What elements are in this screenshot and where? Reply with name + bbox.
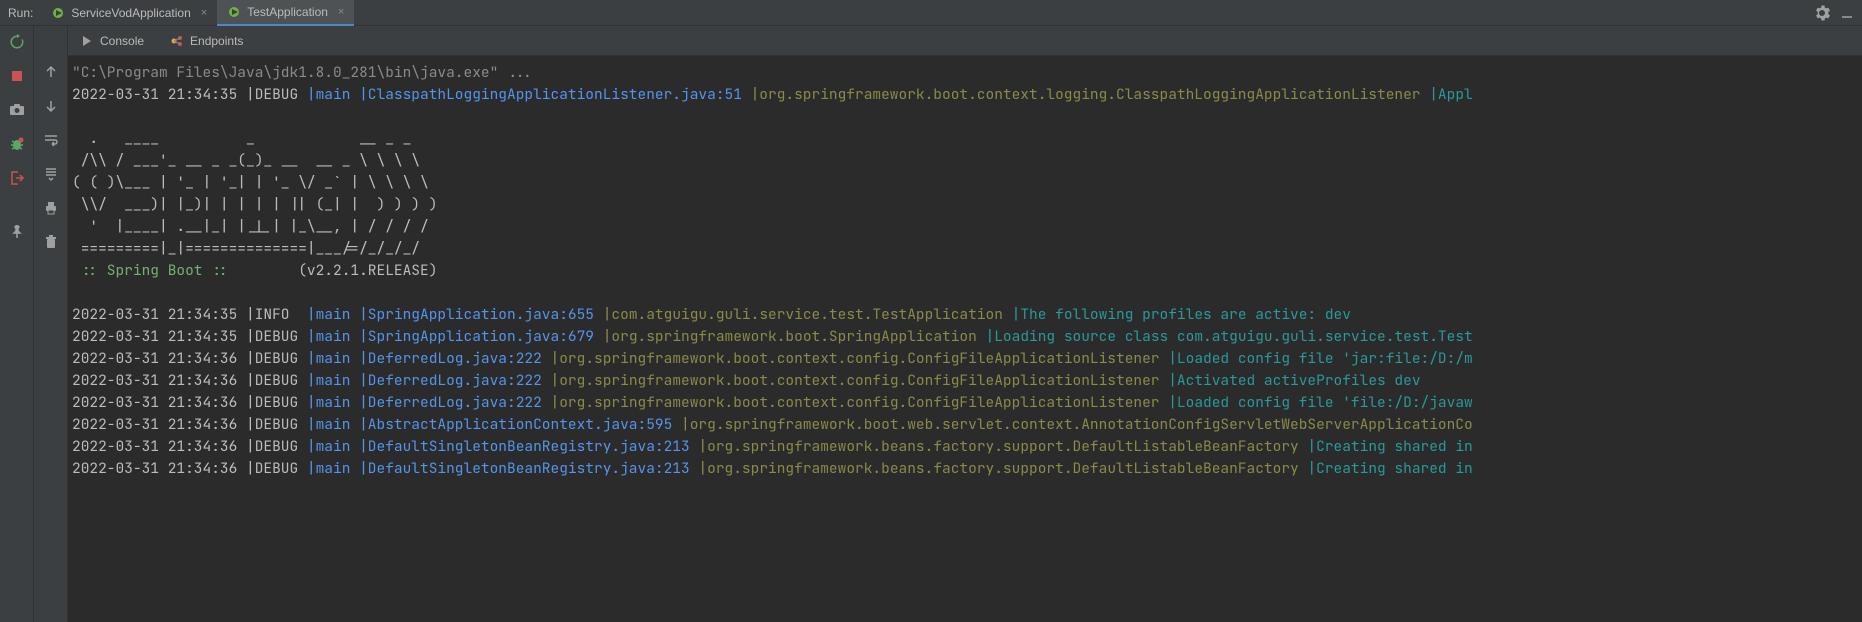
bug-icon[interactable] (7, 134, 27, 154)
gear-icon[interactable] (1814, 5, 1830, 21)
console-toolbar (34, 26, 68, 622)
log-line: 2022-03-31 21:34:36 |DEBUG |main |Defaul… (72, 437, 1473, 456)
log-line: 2022-03-31 21:34:35 |INFO |main |SpringA… (72, 305, 1351, 324)
tab-endpoints[interactable]: Endpoints (166, 30, 247, 52)
log-line: 2022-03-31 21:34:36 |DEBUG |main |Deferr… (72, 393, 1473, 412)
spring-banner: . ____ _ __ _ _ /\\ / ___'_ __ _ _(_)_ _… (72, 129, 437, 258)
log-line: 2022-03-31 21:34:36 |DEBUG |main |Deferr… (72, 349, 1473, 368)
spring-run-icon (51, 6, 65, 20)
spring-run-icon (227, 5, 241, 19)
up-arrow-icon[interactable] (41, 62, 61, 82)
close-icon[interactable]: × (338, 6, 344, 18)
run-tab-label: TestApplication (247, 5, 328, 19)
console-icon (80, 34, 94, 48)
print-icon[interactable] (41, 198, 61, 218)
scroll-to-end-icon[interactable] (41, 164, 61, 184)
console-output[interactable]: "C:\Program Files\Java\jdk1.8.0_281\bin\… (68, 56, 1862, 622)
camera-icon[interactable] (7, 100, 27, 120)
stop-button[interactable] (7, 66, 27, 86)
trash-icon[interactable] (41, 232, 61, 252)
log-line: 2022-03-31 21:34:35 |DEBUG |main |Spring… (72, 327, 1473, 346)
run-label: Run: (8, 6, 33, 20)
run-top-bar: Run: ServiceVodApplication × TestApplica… (0, 0, 1862, 26)
cmd-line: "C:\Program Files\Java\jdk1.8.0_281\bin\… (72, 63, 533, 82)
main-area: Console Endpoints "C:\Program Files\Java… (0, 26, 1862, 622)
tab-label: Endpoints (190, 34, 243, 48)
tab-label: Console (100, 34, 144, 48)
sub-tabs: Console Endpoints (68, 26, 1862, 56)
rerun-button[interactable] (7, 32, 27, 52)
endpoints-icon (170, 34, 184, 48)
log-line: 2022-03-31 21:34:35 |DEBUG |main |Classp… (72, 85, 1473, 104)
spring-boot-line: :: Spring Boot :: (v2.2.1.RELEASE) (72, 261, 437, 280)
content-pane: Console Endpoints "C:\Program Files\Java… (68, 26, 1862, 622)
log-line: 2022-03-31 21:34:36 |DEBUG |main |Abstra… (72, 415, 1473, 434)
soft-wrap-icon[interactable] (41, 130, 61, 150)
log-line: 2022-03-31 21:34:36 |DEBUG |main |Deferr… (72, 371, 1421, 390)
run-tab-testapplication[interactable]: TestApplication × (217, 0, 354, 26)
left-toolbar (0, 26, 34, 622)
run-tab-servicevod[interactable]: ServiceVodApplication × (41, 0, 217, 26)
run-tab-label: ServiceVodApplication (71, 6, 190, 20)
minimize-icon[interactable] (1840, 6, 1854, 20)
close-icon[interactable]: × (201, 7, 207, 19)
down-arrow-icon[interactable] (41, 96, 61, 116)
exit-icon[interactable] (7, 168, 27, 188)
tab-console[interactable]: Console (76, 30, 148, 52)
log-line: 2022-03-31 21:34:36 |DEBUG |main |Defaul… (72, 459, 1473, 478)
pin-icon[interactable] (7, 222, 27, 242)
